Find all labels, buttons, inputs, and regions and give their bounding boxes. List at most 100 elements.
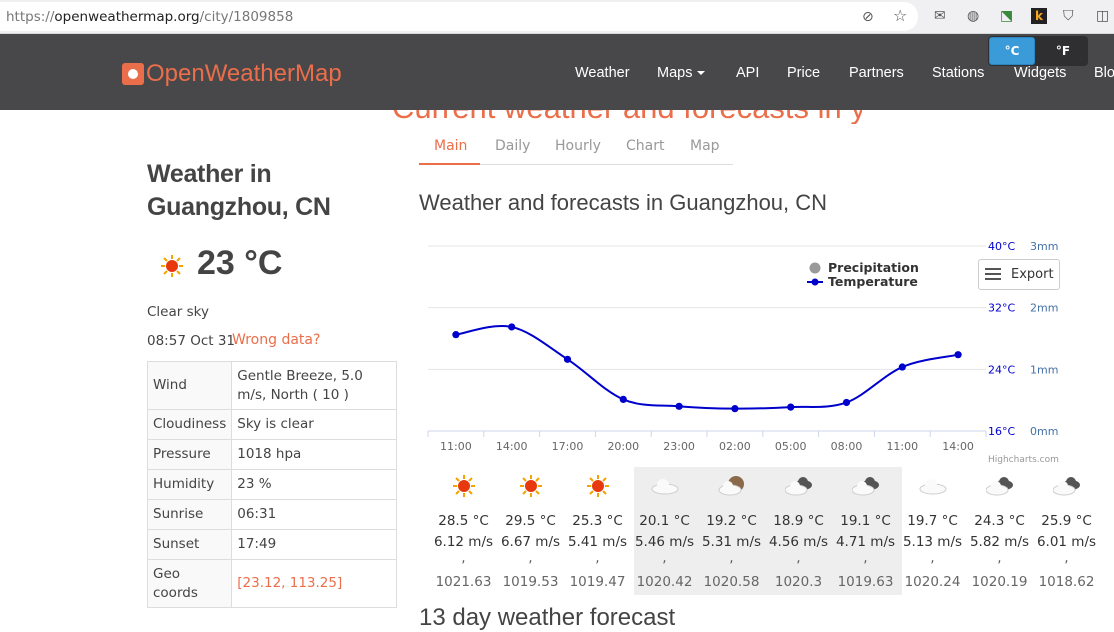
temperature-point xyxy=(842,398,851,407)
sun-icon xyxy=(453,475,475,497)
forecast-separator: , xyxy=(930,551,935,566)
temperature-point xyxy=(452,331,460,339)
forecast-pressure: 1020.24 xyxy=(904,574,961,590)
x-tick-label: 23:00 xyxy=(663,440,695,453)
temperature-point xyxy=(508,323,516,331)
forecast-item: 20.1 °C 5.46 m/s, 1020.42 xyxy=(631,467,698,595)
forecast-item: 24.3 °C 5.82 m/s, 1020.19 xyxy=(966,467,1033,595)
nav-price[interactable]: Price xyxy=(787,65,820,81)
forecast-separator: , xyxy=(1064,551,1069,566)
nav-api[interactable]: API xyxy=(736,65,759,81)
tab-chart[interactable]: Chart xyxy=(626,138,664,154)
forecast-pressure: 1020.58 xyxy=(703,574,760,590)
extension-leaf-icon[interactable]: ⬔ xyxy=(1000,8,1013,24)
table-row: Geo coords [23.12, 113.25] xyxy=(146,559,397,608)
row-label: Geo coords xyxy=(146,559,233,608)
temperature-point xyxy=(898,363,906,371)
extension-k-icon[interactable]: k xyxy=(1031,8,1047,24)
current-temperature: 23 °C xyxy=(197,244,283,282)
forecast-temp: 29.5 °C xyxy=(505,513,556,529)
forecast-item: 19.2 °C 5.31 m/s, 1020.58 xyxy=(698,467,765,595)
temperature-point xyxy=(675,402,683,410)
x-tick-label: 02:00 xyxy=(719,440,751,453)
row-label: Cloudiness xyxy=(146,409,233,440)
row-label: Sunset xyxy=(146,529,233,560)
forecast-pressure: 1020.3 xyxy=(774,574,823,590)
table-row: Pressure 1018 hpa xyxy=(146,439,397,470)
row-value: 06:31 xyxy=(231,499,397,530)
geo-coords-link[interactable]: [23.12, 113.25] xyxy=(231,559,397,608)
menu-icon xyxy=(985,268,1001,281)
nav-weather[interactable]: Weather xyxy=(575,65,630,81)
forecast-pressure: 1021.63 xyxy=(435,574,492,590)
y2-tick-label: 3mm xyxy=(1030,240,1058,253)
forecast-pressure: 1020.42 xyxy=(636,574,693,590)
nav-blog[interactable]: Blog xyxy=(1094,65,1114,81)
temperature-point xyxy=(563,355,572,363)
celsius-button[interactable]: °C xyxy=(989,37,1035,65)
y2-tick-label: 0mm xyxy=(1030,425,1058,438)
forecast-separator: , xyxy=(997,551,1002,566)
row-value: 1018 hpa xyxy=(231,439,397,470)
forecast-wind: 6.67 m/s xyxy=(500,534,561,550)
extension-icon[interactable]: ◍ xyxy=(967,8,979,24)
daily-forecast-title: 13 day weather forecast xyxy=(419,604,676,631)
row-label: Sunrise xyxy=(146,499,233,530)
browser-toolbar: https://openweathermap.org/city/1809858 … xyxy=(0,0,1114,34)
forecast-temp: 18.9 °C xyxy=(773,513,824,529)
weather-description: Clear sky xyxy=(147,304,209,320)
shield-extension-icon[interactable]: ⛉ xyxy=(1063,8,1074,24)
forecast-pressure: 1019.47 xyxy=(569,574,626,590)
y2-tick-label: 1mm xyxy=(1030,363,1058,376)
table-row: Sunrise 06:31 xyxy=(146,499,397,530)
x-tick-label: 17:00 xyxy=(552,440,584,453)
tab-main[interactable]: Main xyxy=(434,138,467,154)
wrong-data-link[interactable]: Wrong data? xyxy=(232,332,320,348)
y2-tick-label: 2mm xyxy=(1030,302,1058,315)
dark-cloud-icon xyxy=(852,477,879,496)
tab-hourly[interactable]: Hourly xyxy=(555,138,601,154)
forecast-wind: 5.13 m/s xyxy=(902,534,963,550)
nav-maps[interactable]: Maps xyxy=(657,65,706,81)
forecast-wind: 6.01 m/s xyxy=(1036,534,1097,550)
blocked-content-icon[interactable]: ⊘ xyxy=(862,9,874,25)
tab-daily[interactable]: Daily xyxy=(495,138,530,154)
forecast-wind: 5.31 m/s xyxy=(701,534,762,550)
row-label: Pressure xyxy=(146,439,233,470)
nav-stations[interactable]: Stations xyxy=(932,65,984,81)
forecast-separator: , xyxy=(863,551,868,566)
forecast-temp: 19.7 °C xyxy=(907,513,958,529)
forecast-separator: , xyxy=(528,551,533,566)
dark-cloud-icon xyxy=(1053,477,1080,496)
bookmark-star-icon[interactable]: ☆ xyxy=(893,8,907,24)
site-logo[interactable]: OpenWeatherMap xyxy=(122,60,342,87)
export-button[interactable]: Export xyxy=(978,259,1060,290)
fahrenheit-button[interactable]: °F xyxy=(1040,37,1086,65)
forecast-tabs: Main Daily Hourly Chart Map xyxy=(419,130,733,165)
nav-partners[interactable]: Partners xyxy=(849,65,904,81)
temperature-point xyxy=(731,405,739,413)
forecast-temp: 19.2 °C xyxy=(706,513,757,529)
cloud-icon xyxy=(919,479,947,495)
url-text[interactable]: https://openweathermap.org/city/1809858 xyxy=(6,9,293,25)
city-title: Weather in Guangzhou, CN xyxy=(147,160,331,221)
page-heading: Current weather and forecasts in your ci… xyxy=(392,110,862,124)
forecast-item: 29.5 °C 6.67 m/s, 1019.53 xyxy=(497,467,564,595)
mail-extension-icon[interactable]: ✉ xyxy=(934,8,946,24)
weather-details-table: Wind Gentle Breeze, 5.0 m/s, North ( 10 )… xyxy=(146,361,397,608)
x-tick-label: 11:00 xyxy=(440,440,472,453)
forecast-separator: , xyxy=(461,551,466,566)
reading-list-icon[interactable]: ◫ xyxy=(1096,8,1109,24)
forecast-temp: 24.3 °C xyxy=(974,513,1025,529)
temperature-point xyxy=(954,351,962,359)
sun-icon xyxy=(520,475,542,497)
sun-icon xyxy=(587,475,609,497)
forecast-wind: 5.46 m/s xyxy=(634,534,695,550)
x-tick-label: 20:00 xyxy=(607,440,639,453)
tab-map[interactable]: Map xyxy=(690,138,720,154)
url-field[interactable]: https://openweathermap.org/city/1809858 … xyxy=(0,2,918,31)
table-row: Wind Gentle Breeze, 5.0 m/s, North ( 10 ) xyxy=(146,361,397,410)
nav-widgets[interactable]: Widgets xyxy=(1014,65,1066,81)
legend-precipitation-label: Precipitation xyxy=(828,260,919,275)
forecast-item: 25.3 °C 5.41 m/s, 1019.47 xyxy=(564,467,631,595)
